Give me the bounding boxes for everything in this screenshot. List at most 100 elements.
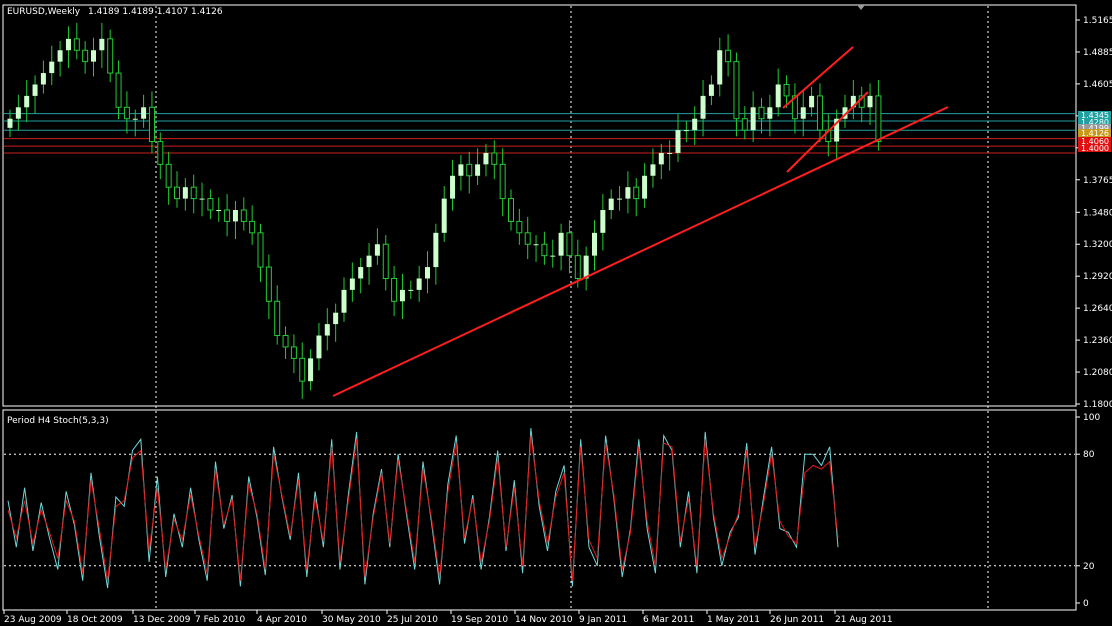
candle-body-bull bbox=[141, 107, 147, 119]
candle-body-bull bbox=[24, 95, 30, 108]
price-tick-label: 1.2360 bbox=[1083, 336, 1112, 346]
candle-body-bear bbox=[207, 198, 214, 211]
candle-body-bull bbox=[324, 324, 330, 336]
candle-body-bull bbox=[441, 198, 447, 233]
candle-body-bear bbox=[107, 38, 114, 74]
price-tick-label: 1.3480 bbox=[1083, 208, 1112, 218]
candle-body-bear bbox=[516, 220, 523, 234]
candle-body-bear bbox=[157, 141, 164, 165]
candle-body-bull bbox=[767, 107, 773, 119]
candle-body-bull bbox=[49, 61, 55, 74]
candle-body-bear bbox=[574, 255, 581, 279]
price-tick-label: 1.1800 bbox=[1083, 400, 1112, 410]
candle-body-bull bbox=[91, 50, 96, 62]
candle-body-bull bbox=[99, 38, 105, 51]
candle-body-bear bbox=[224, 209, 231, 222]
candle-body-bull bbox=[800, 107, 806, 119]
candle-body-bull bbox=[374, 244, 380, 256]
candle-body-bear bbox=[566, 232, 573, 257]
candle-body-bull bbox=[617, 198, 623, 200]
candle-body-bull bbox=[809, 95, 815, 108]
time-tick-label: 19 Sep 2010 bbox=[451, 615, 508, 625]
candle-body-bear bbox=[491, 152, 498, 165]
candle-body-bear bbox=[541, 243, 548, 257]
candle-body-bear bbox=[816, 95, 823, 131]
candle-body-bear bbox=[733, 61, 740, 120]
price-tick-label: 1.4605 bbox=[1083, 80, 1112, 90]
candle-body-bull bbox=[57, 50, 63, 62]
price-tick-label: 1.3200 bbox=[1083, 240, 1112, 250]
candle-body-bear bbox=[73, 38, 80, 51]
candle-body-bear bbox=[265, 266, 272, 302]
candle-body-bear bbox=[282, 335, 289, 348]
candle-body-bear bbox=[190, 186, 197, 200]
stoch-tick-label: 20 bbox=[1083, 562, 1095, 572]
chart-header-ohlc: 1.4189 1.4189 1.4107 1.4126 bbox=[88, 7, 223, 17]
candle-body-bear bbox=[508, 198, 514, 222]
time-tick-label: 7 Feb 2010 bbox=[195, 615, 246, 625]
candle-body-bear bbox=[875, 95, 882, 143]
stoch-tick-label: 0 bbox=[1083, 599, 1089, 609]
candle-body-bull bbox=[7, 118, 13, 128]
candle-body-bear bbox=[115, 72, 122, 108]
time-tick-label: 9 Jan 2011 bbox=[579, 615, 627, 625]
candle-body-bull bbox=[483, 152, 489, 165]
candle-body-bear bbox=[82, 49, 89, 63]
candle-body-bull bbox=[750, 107, 756, 131]
candle-body-bull bbox=[717, 50, 723, 85]
price-tick-label: 1.2920 bbox=[1083, 272, 1112, 282]
candle-body-bull bbox=[692, 118, 698, 131]
candle-body-bear bbox=[290, 346, 297, 359]
candle-body-bull bbox=[65, 38, 71, 51]
candle-body-bull bbox=[32, 84, 38, 96]
candle-body-bull bbox=[867, 95, 873, 108]
candle-body-bear bbox=[758, 106, 765, 120]
candle-body-bull bbox=[458, 164, 464, 176]
candle-body-bull bbox=[775, 84, 781, 108]
candle-body-bull bbox=[650, 164, 656, 176]
candle-body-bull bbox=[433, 232, 439, 268]
candle-body-bull bbox=[625, 187, 631, 199]
candle-body-bull bbox=[700, 95, 706, 119]
candle-body-bull bbox=[316, 335, 322, 359]
time-tick-label: 1 May 2011 bbox=[707, 615, 760, 625]
candle-body-bear bbox=[257, 232, 264, 268]
candle-body-bear bbox=[633, 186, 640, 200]
candle-body-bear bbox=[249, 220, 256, 234]
indicator-label: Period H4 Stoch(5,3,3) bbox=[7, 416, 109, 426]
candle-body-bull bbox=[15, 107, 21, 119]
chart-root: 1.5165 1.4885 1.4605 1.3765 1.3480 1.3200 1.29… bbox=[0, 0, 1112, 626]
candle-body-bull bbox=[667, 152, 673, 154]
stoch-tick-label: 80 bbox=[1083, 450, 1095, 460]
candle-body-bull bbox=[399, 289, 405, 302]
candle-body-bull bbox=[708, 84, 714, 96]
candle-body-bull bbox=[583, 255, 589, 279]
price-tick-label: 1.4885 bbox=[1083, 48, 1112, 58]
candle-body-bull bbox=[366, 255, 372, 268]
candle-body-bear bbox=[725, 49, 732, 63]
candle-body-bull bbox=[642, 175, 648, 199]
candle-body-bear bbox=[466, 163, 473, 177]
candle-body-bull bbox=[558, 232, 564, 256]
chart-background bbox=[0, 0, 1112, 626]
time-tick-label: 25 Jul 2010 bbox=[387, 615, 438, 625]
candle-body-bull bbox=[550, 255, 556, 257]
price-tick-label: 1.5165 bbox=[1083, 16, 1112, 26]
candle-body-bull bbox=[592, 232, 597, 256]
candle-body-bull bbox=[349, 278, 355, 290]
candle-body-bull bbox=[216, 210, 222, 212]
candle-body-bull bbox=[683, 130, 689, 132]
candle-body-bear bbox=[165, 163, 172, 188]
candle-body-bear bbox=[741, 118, 748, 131]
candle-body-bull bbox=[533, 244, 539, 246]
candle-body-bull bbox=[658, 152, 664, 165]
candle-body-bear bbox=[299, 357, 306, 382]
time-tick-label: 26 Jun 2011 bbox=[770, 615, 824, 625]
candle-body-bull bbox=[450, 175, 456, 199]
candle-body-bear bbox=[240, 209, 247, 222]
time-tick-label: 30 May 2010 bbox=[322, 615, 381, 625]
candle-body-bull bbox=[425, 267, 430, 279]
time-tick-label: 23 Aug 2009 bbox=[4, 615, 62, 625]
candle-body-bull bbox=[182, 187, 188, 199]
candle-body-bear bbox=[123, 106, 130, 120]
